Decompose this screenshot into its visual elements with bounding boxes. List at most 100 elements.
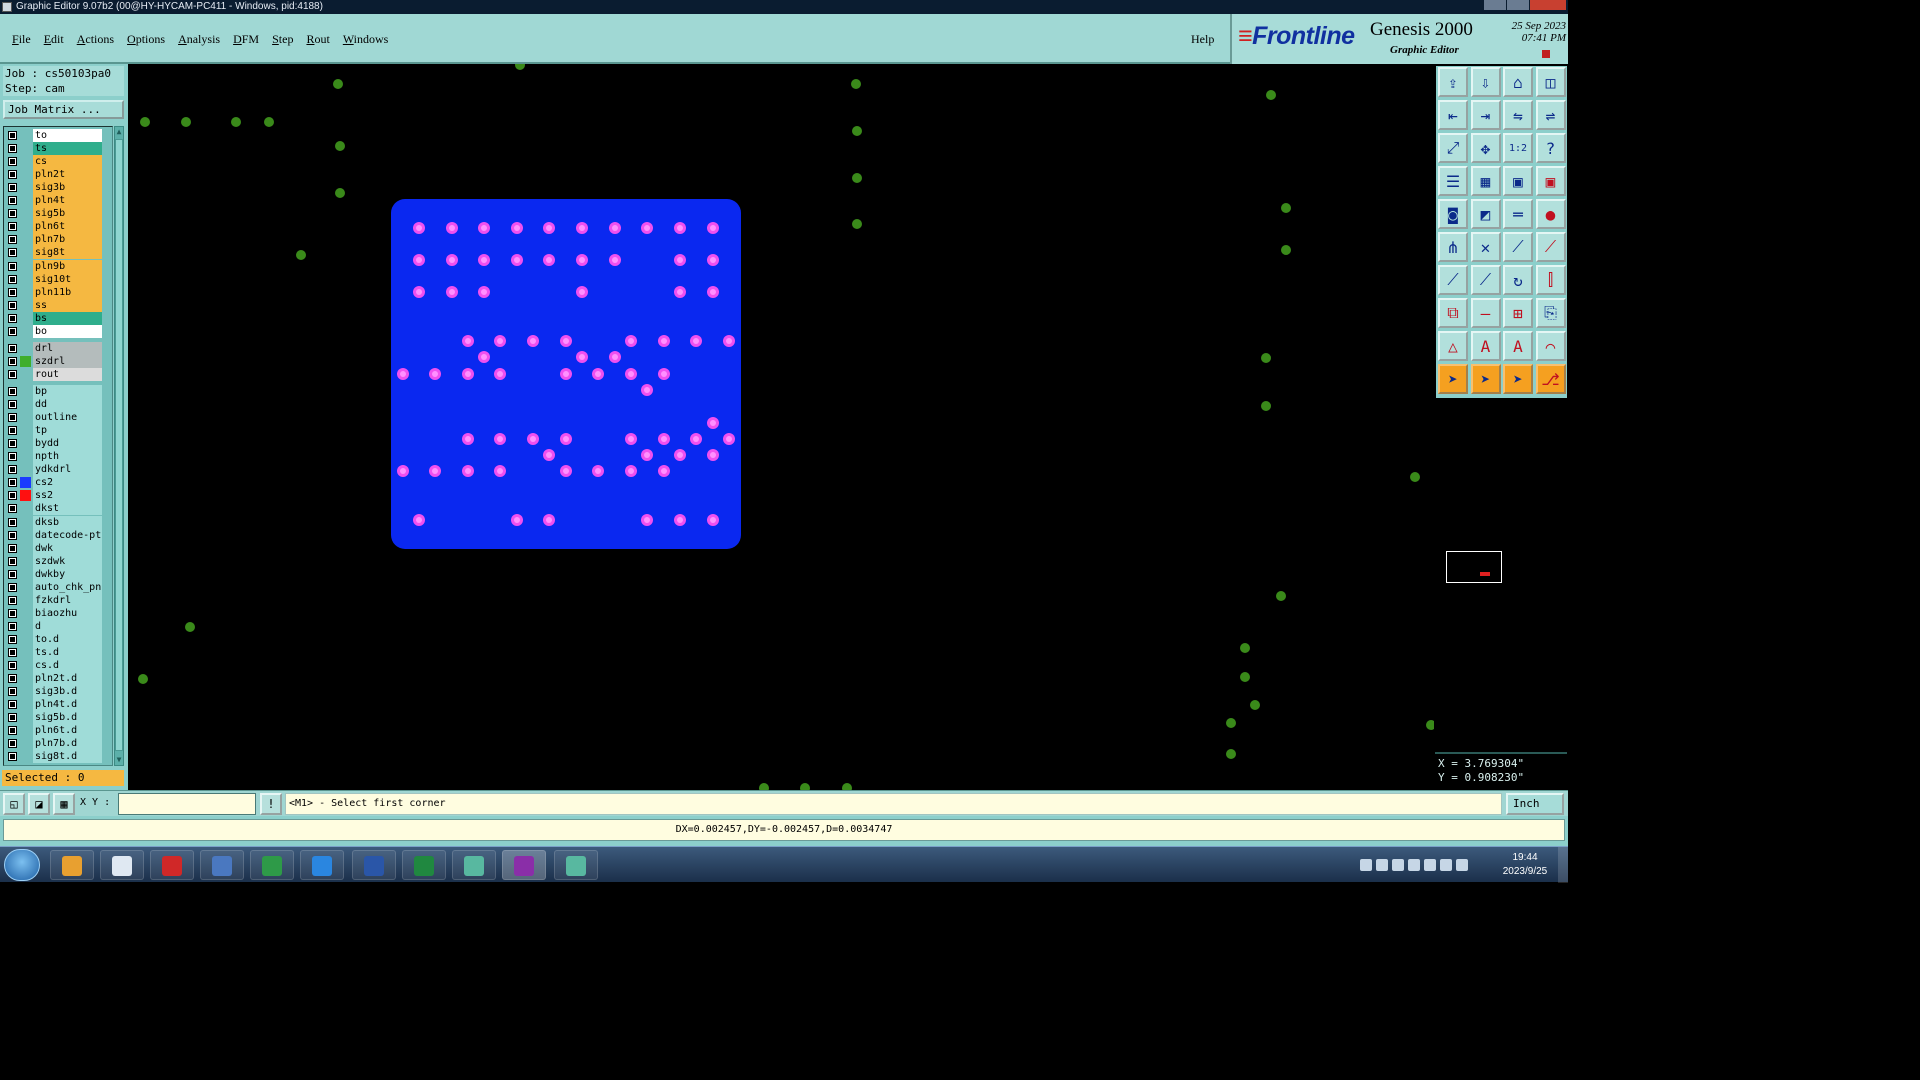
layer-row[interactable]: pln2t [5,168,112,182]
select-pointer-red-icon[interactable]: ➤ [1503,364,1533,394]
menu-windows[interactable]: Windows [337,32,396,47]
layer-checkbox[interactable] [8,478,17,488]
taskbar-app-save[interactable] [200,850,244,880]
layer-row[interactable]: dksb [5,515,112,529]
layer-checkbox[interactable] [8,400,17,409]
layer-checkbox[interactable] [8,569,17,579]
layer-checkbox[interactable] [8,634,17,644]
layer-row[interactable]: ss [5,298,112,312]
layer-checkbox[interactable] [8,739,17,749]
menu-dfm[interactable]: DFM [227,32,266,47]
zoom-box-icon[interactable]: ◱ [3,793,25,815]
layer-row[interactable]: auto_chk_pn [5,580,112,594]
layer-row[interactable]: pln7b.d [5,737,112,751]
arrow-up-icon[interactable] [1408,859,1420,871]
arch-icon[interactable]: ⌒ [1535,331,1566,361]
layer-row[interactable]: outline [5,411,112,425]
layer-row[interactable]: drl [5,341,112,355]
layer-row[interactable]: pln4t.d [5,698,112,712]
arc-icon[interactable]: ↻ [1503,265,1533,295]
layer-row[interactable]: dd [5,398,112,411]
layer-checkbox[interactable] [8,608,17,618]
layer-row[interactable]: datecode-pt [5,528,112,542]
layer-checkbox[interactable] [8,452,17,462]
layer-row[interactable]: cs.d [5,659,112,672]
start-button[interactable] [4,849,40,881]
taskbar-app-pads[interactable] [250,850,294,880]
layer-checkbox[interactable] [8,687,17,697]
layer-row[interactable]: sig3b.d [5,685,112,699]
pad-icon[interactable]: ● [1535,199,1566,229]
scroll-thumb[interactable] [115,139,123,751]
edit-diag-icon[interactable]: ⟋ [1470,265,1501,295]
taskbar-app-excel[interactable] [402,850,446,880]
taskbar-app-genesis[interactable] [502,850,546,880]
taskbar-clock[interactable]: 19:44 2023/9/25 [1498,851,1552,879]
ruler-icon[interactable]: ═ [1503,199,1533,229]
close-button[interactable] [1530,0,1566,10]
layer-checkbox[interactable] [8,530,17,540]
help-icon[interactable]: ? [1535,133,1566,163]
window-split-icon[interactable]: ◫ [1535,67,1566,97]
layer-row[interactable]: bydd [5,437,112,451]
layer-row[interactable]: dwk [5,541,112,555]
fit-icon[interactable]: ⤢ [1438,133,1468,163]
layer-checkbox[interactable] [8,713,17,723]
minimize-button[interactable] [1484,0,1506,10]
select-pointer-icon[interactable]: ➤ [1438,364,1468,394]
menu-step[interactable]: Step [266,32,300,47]
filter-red-icon[interactable]: ▣ [1535,166,1566,196]
layer-checkbox[interactable] [8,261,17,271]
taskbar-app-cam[interactable] [150,850,194,880]
settings-tray-icon[interactable] [1392,859,1404,871]
move-left-icon[interactable]: ⇤ [1438,100,1468,130]
layer-row[interactable]: pln7b [5,233,112,247]
layer-checkbox[interactable] [8,752,17,762]
layer-checkbox[interactable] [8,131,17,140]
layer-checkbox[interactable] [8,413,17,423]
flag-icon[interactable] [1424,859,1436,871]
taskbar-app-notes[interactable] [100,850,144,880]
layer-row[interactable]: sig3b [5,181,112,195]
layer-row[interactable]: to.d [5,632,112,646]
zoom-center-icon[interactable]: ✥ [1470,133,1501,163]
line-node-red-icon[interactable]: ⟋ [1535,232,1566,262]
layer-checkbox[interactable] [8,595,17,605]
layer-row[interactable]: npth [5,450,112,464]
move-right-icon[interactable]: ⇥ [1470,100,1501,130]
layer-checkbox[interactable] [8,144,17,154]
line-node-icon[interactable]: ⟋ [1503,232,1533,262]
layer-checkbox[interactable] [8,235,17,245]
layer-row[interactable]: pln9b [5,259,112,273]
layer-checkbox[interactable] [8,504,17,514]
menu-options[interactable]: Options [121,32,172,47]
layer-checkbox[interactable] [8,274,17,284]
split-icon[interactable]: ⫿ [1535,265,1566,295]
layer-scrollbar[interactable]: ▲ ▼ [114,126,124,766]
layer-checkbox[interactable] [8,582,17,592]
layer-checkbox[interactable] [8,248,17,258]
menu-analysis[interactable]: Analysis [172,32,227,47]
layer-row[interactable]: fzkdrl [5,593,112,607]
xy-input[interactable] [118,793,256,815]
volume-icon[interactable] [1440,859,1452,871]
layer-row[interactable]: cs [5,155,112,169]
layer-row[interactable]: ss2 [5,489,112,503]
taskbar-app-shell[interactable] [50,850,94,880]
ratio-icon[interactable]: 1:2 [1503,133,1533,163]
camera-icon[interactable]: ◙ [1438,199,1468,229]
layer-checkbox[interactable] [8,170,17,180]
layer-row[interactable]: szdwk [5,554,112,568]
layer-checkbox[interactable] [8,287,17,297]
triangle-icon[interactable]: △ [1438,331,1468,361]
layer-checkbox[interactable] [8,387,17,396]
menu-rout[interactable]: Rout [300,32,336,47]
taskbar-app-eye2[interactable] [554,850,598,880]
taskbar-app-blue[interactable] [300,850,344,880]
layer-checkbox[interactable] [8,343,17,353]
layer-checkbox[interactable] [8,326,17,336]
layer-row[interactable]: sig8t.d [5,750,112,764]
layer-row[interactable]: pln4t [5,194,112,208]
A-icon[interactable]: A [1470,331,1501,361]
layer-checkbox[interactable] [8,726,17,736]
